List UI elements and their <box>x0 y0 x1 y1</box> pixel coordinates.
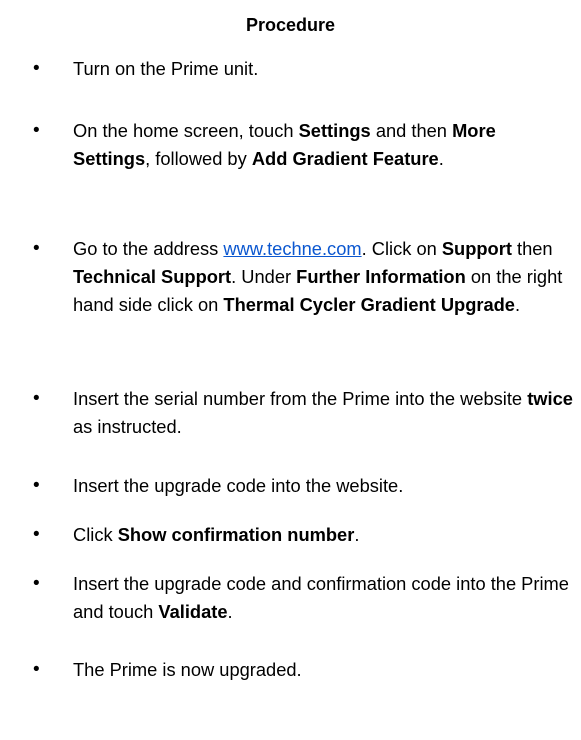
bullet-icon: • <box>33 238 40 259</box>
emphasis-text: Show confirmation number <box>117 524 355 545</box>
step-text-run: On the home screen, touch <box>73 120 299 141</box>
procedure-step-text: Go to the address www.techne.com. Click … <box>73 235 578 319</box>
procedure-step-text: Click Show confirmation number. <box>73 521 578 549</box>
bullet-icon: • <box>33 659 40 680</box>
step-text-run: . <box>227 601 233 622</box>
step-text-run: Insert the serial number from the Prime … <box>73 388 528 409</box>
bullet-icon: • <box>33 120 40 141</box>
procedure-step-text: Insert the upgrade code into the website… <box>73 472 578 500</box>
procedure-step-text: Insert the upgrade code and confirmation… <box>73 570 578 626</box>
procedure-step-text: On the home screen, touch Settings and t… <box>73 117 578 173</box>
emphasis-text: twice <box>527 388 573 409</box>
step-text-run: then <box>511 238 553 259</box>
emphasis-text: Settings <box>298 120 371 141</box>
step-text-run: The Prime is now upgraded. <box>73 659 302 680</box>
step-text-run: , followed by <box>145 148 252 169</box>
step-text-run: Go to the address <box>73 238 224 259</box>
emphasis-text: Support <box>441 238 512 259</box>
step-text-run: Insert the upgrade code and confirmation… <box>73 573 569 622</box>
procedure-step-text: The Prime is now upgraded. <box>73 656 578 684</box>
step-text-run: Click <box>73 524 118 545</box>
bullet-icon: • <box>33 524 40 545</box>
bullet-icon: • <box>33 475 40 496</box>
step-text-run: . <box>438 148 444 169</box>
emphasis-text: Add Gradient Feature <box>251 148 439 169</box>
website-link[interactable]: www.techne.com <box>223 238 361 259</box>
procedure-step-text: Turn on the Prime unit. <box>73 55 578 83</box>
step-text-run: Turn on the Prime unit. <box>73 58 259 79</box>
procedure-step-text: Insert the serial number from the Prime … <box>73 385 578 441</box>
step-text-run: . Click on <box>361 238 442 259</box>
step-text-run: . Under <box>231 266 297 287</box>
step-text-run: Insert the upgrade code into the website… <box>73 475 404 496</box>
bullet-icon: • <box>33 388 40 409</box>
bullet-icon: • <box>33 573 40 594</box>
page-title: Procedure <box>245 15 336 35</box>
emphasis-text: Technical Support <box>73 266 232 287</box>
emphasis-text: Thermal Cycler Gradient Upgrade <box>223 294 515 315</box>
step-text-run: as instructed. <box>73 416 182 437</box>
step-text-run: . <box>354 524 360 545</box>
step-text-run: . <box>514 294 521 315</box>
bullet-icon: • <box>33 58 40 79</box>
step-text-run: and then <box>370 120 453 141</box>
emphasis-text: Validate <box>158 601 228 622</box>
emphasis-text: Further Information <box>296 266 466 287</box>
